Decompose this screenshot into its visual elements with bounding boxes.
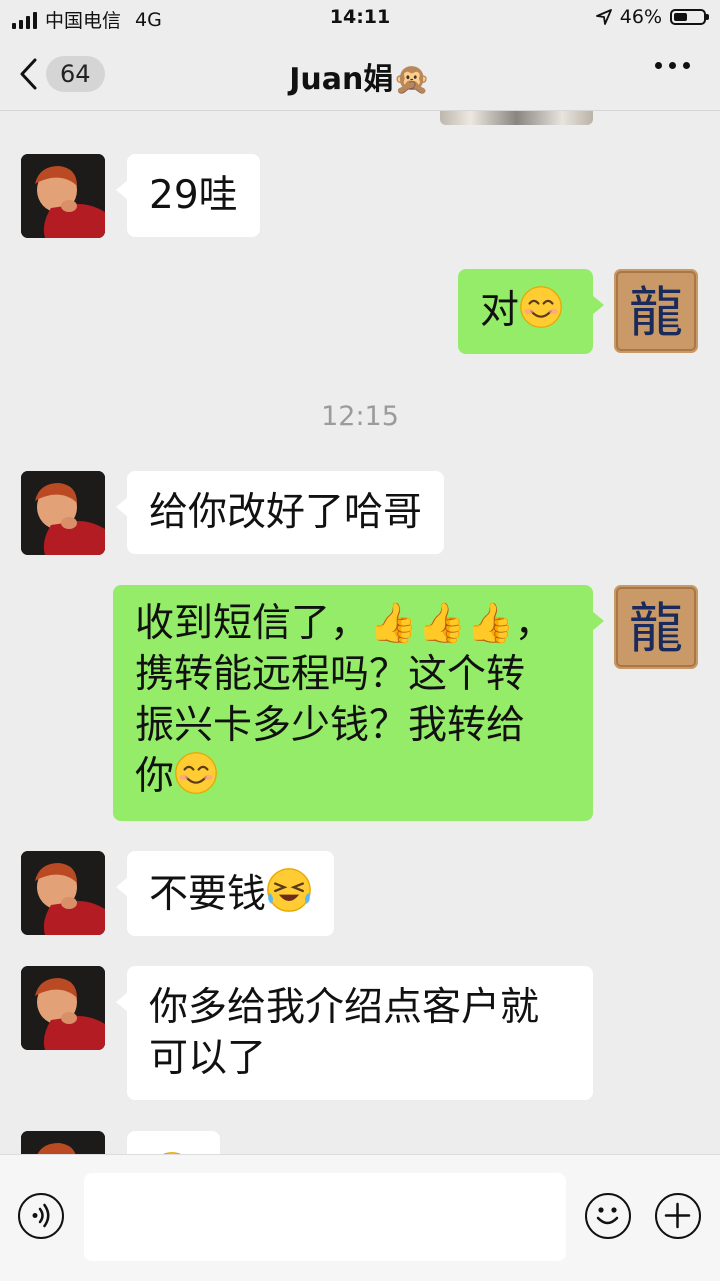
chat-area[interactable]: 29哇 对 龍 12:15 给你改好了哈哥 收到短信了，👍👍👍， 携转能远程吗？… <box>0 111 720 1154</box>
time-separator: 12:15 <box>321 401 399 432</box>
plus-icon <box>664 1202 691 1229</box>
battery-level <box>674 13 687 21</box>
smiling-face-icon <box>519 285 563 329</box>
location-arrow-icon <box>595 9 612 25</box>
voice-input-button[interactable] <box>18 1193 64 1239</box>
message-text: 29哇 <box>149 173 238 218</box>
smiley-face-icon <box>596 1207 619 1225</box>
avatar-calligraphy: 龍 <box>629 281 683 344</box>
emoji-button[interactable] <box>585 1193 631 1239</box>
contact-avatar[interactable] <box>21 154 105 238</box>
battery-percent: 46% <box>619 6 662 28</box>
child-photo-icon <box>21 1131 105 1154</box>
voice-wave-icon <box>32 1203 50 1228</box>
more-options-button[interactable] <box>655 62 690 69</box>
avatar-calligraphy: 龍 <box>629 597 683 660</box>
child-photo-icon <box>21 851 105 935</box>
image-message-partial[interactable] <box>440 111 593 125</box>
message-text: 不要钱 <box>149 872 267 917</box>
message-bubble-incoming[interactable]: 给你改好了哈哥 <box>115 471 445 554</box>
message-text: 对 <box>480 288 520 333</box>
message-text: 你多给我介绍点客户就 可以了 <box>149 985 540 1081</box>
laughing-tears-icon <box>267 868 311 912</box>
more-dot-icon <box>669 62 676 69</box>
my-avatar[interactable]: 龍 <box>614 585 698 669</box>
message-bubble-outgoing[interactable]: 对 <box>458 269 604 354</box>
status-right: 46% <box>595 6 709 28</box>
battery-icon <box>670 9 709 25</box>
dragon-calligraphy-icon: 龍 <box>614 585 698 669</box>
child-photo-icon <box>21 966 105 1050</box>
message-bubble-incoming[interactable]: 你多给我介绍点客户就 可以了 <box>116 966 593 1100</box>
contact-avatar[interactable] <box>21 851 105 935</box>
dragon-calligraphy-icon: 龍 <box>614 269 698 353</box>
message-bubble-incoming[interactable]: 29哇 <box>116 154 260 237</box>
smiling-face-icon <box>174 751 218 795</box>
nav-bar: 64 Juan娟🙊 <box>0 36 720 111</box>
contact-avatar[interactable] <box>21 471 105 555</box>
more-functions-button[interactable] <box>655 1193 701 1239</box>
contact-avatar[interactable] <box>21 966 105 1050</box>
message-input[interactable] <box>84 1173 566 1261</box>
child-photo-icon <box>21 154 105 238</box>
status-bar: 中国电信 4G 14:11 46% <box>0 0 720 36</box>
contact-avatar[interactable] <box>21 1131 105 1154</box>
message-bubble-outgoing[interactable]: 收到短信了，👍👍👍， 携转能远程吗？这个转 振兴卡多少钱？我转给 你 <box>113 585 604 821</box>
message-bubble-incoming[interactable]: 不要钱 <box>115 851 335 936</box>
message-bubble-incoming[interactable] <box>127 1131 220 1154</box>
chat-title: Juan娟🙊 <box>289 62 431 97</box>
more-dot-icon <box>683 62 690 69</box>
input-bar <box>0 1154 720 1281</box>
my-avatar[interactable]: 龍 <box>614 269 698 353</box>
child-photo-icon <box>21 471 105 555</box>
more-dot-icon <box>655 62 662 69</box>
message-text: 给你改好了哈哥 <box>149 490 423 535</box>
